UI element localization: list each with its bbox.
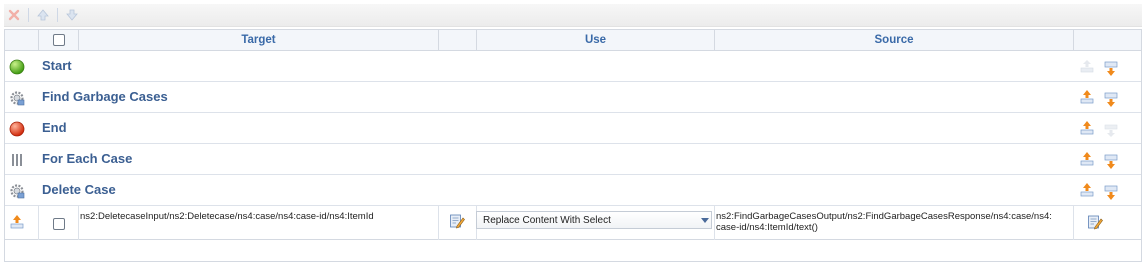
activity-title: Find Garbage Cases	[42, 89, 168, 104]
use-select-value: Replace Content With Select	[483, 215, 611, 226]
header-target[interactable]: Target	[78, 30, 438, 50]
column-divider	[38, 206, 39, 240]
column-divider	[438, 206, 439, 240]
start-green-circle-icon	[9, 59, 25, 75]
header-use[interactable]: Use	[476, 30, 714, 50]
use-select[interactable]: Replace Content With Select	[476, 211, 712, 229]
move-down-icon[interactable]	[1103, 61, 1119, 77]
source-xpath[interactable]: ns2:FindGarbageCasesOutput/ns2:FindGarba…	[716, 211, 1072, 233]
move-down-icon[interactable]	[1103, 154, 1119, 170]
chevron-down-icon[interactable]	[701, 218, 709, 223]
move-up-icon[interactable]	[33, 5, 53, 25]
move-down-icon[interactable]	[1103, 123, 1119, 139]
activity-row-for-each-case[interactable]: For Each Case	[5, 144, 1141, 175]
move-up-icon[interactable]	[1079, 89, 1095, 105]
move-down-icon[interactable]	[1103, 185, 1119, 201]
edit-target-icon[interactable]	[449, 213, 465, 229]
header-blank	[438, 30, 476, 50]
activity-title: End	[42, 120, 67, 135]
edit-source-icon[interactable]	[1087, 214, 1103, 230]
activity-row-start[interactable]: Start	[5, 51, 1141, 82]
header-source[interactable]: Source	[714, 30, 1073, 50]
toolbar-separator	[28, 8, 29, 22]
move-down-icon[interactable]	[1103, 92, 1119, 108]
activity-row-end[interactable]: End	[5, 113, 1141, 144]
move-up-icon[interactable]	[1079, 120, 1095, 136]
header-actions	[1073, 30, 1141, 50]
header-select-all-cell	[38, 30, 78, 50]
end-red-circle-icon	[9, 121, 25, 137]
target-xpath[interactable]: ns2:DeletecaseInput/ns2:Deletecase/ns4:c…	[80, 211, 436, 222]
toolbar-separator	[57, 8, 58, 22]
activity-title: Delete Case	[42, 182, 116, 197]
gear-icon	[9, 90, 25, 106]
activity-title: Start	[42, 58, 72, 73]
gear-icon	[9, 183, 25, 199]
activity-row-delete-case[interactable]: Delete Case	[5, 175, 1141, 206]
select-all-checkbox[interactable]	[53, 34, 65, 46]
move-up-icon[interactable]	[9, 214, 25, 230]
row-select-checkbox[interactable]	[53, 218, 65, 230]
move-up-icon[interactable]	[1079, 58, 1095, 74]
column-divider	[1073, 206, 1074, 240]
grid-header: Target Use Source	[5, 30, 1141, 51]
toolbar	[4, 4, 1142, 27]
column-divider	[714, 206, 715, 240]
activity-title: For Each Case	[42, 151, 133, 166]
move-up-icon[interactable]	[1079, 182, 1095, 198]
column-divider	[78, 206, 79, 240]
loop-bars-icon	[9, 152, 25, 168]
source-xpath-line-1: ns2:FindGarbageCasesOutput/ns2:FindGarba…	[716, 211, 1052, 222]
source-xpath-line-2: case-id/ns4:ItemId/text()	[716, 222, 818, 233]
move-down-icon[interactable]	[62, 5, 82, 25]
activity-row-find-garbage-cases[interactable]: Find Garbage Cases	[5, 82, 1141, 113]
delete-icon[interactable]	[4, 5, 24, 25]
move-up-icon[interactable]	[1079, 151, 1095, 167]
